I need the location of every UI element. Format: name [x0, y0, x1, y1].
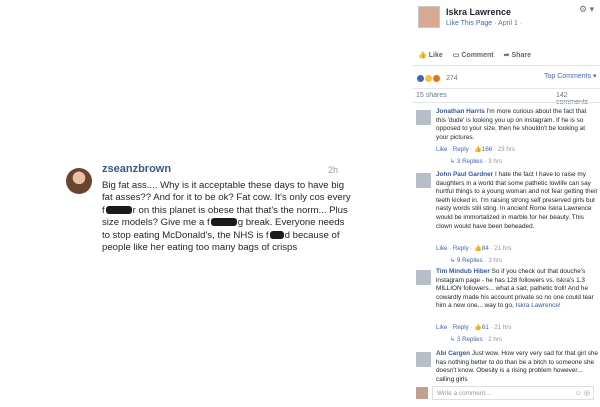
comment-text: Big fat ass.... Why is it acceptable the… — [102, 180, 352, 254]
comment-like-link[interactable]: Like — [436, 245, 447, 252]
post-subtitle: Like This Page · April 1 · — [446, 20, 522, 27]
top-comments-dropdown[interactable]: Top Comments ▾ — [544, 72, 597, 80]
view-replies-link[interactable]: ↳ 3 Replies · 3 hrs — [450, 158, 502, 165]
comment-time[interactable]: 21 hrs — [494, 245, 511, 252]
comment-meta: Like · Reply · 👍61 · 21 hrs — [436, 324, 512, 331]
instagram-username[interactable]: zseanzbrown — [102, 163, 171, 175]
like-icon: 👍 — [418, 52, 427, 59]
write-comment-input[interactable]: Write a comment... ☺ ◎ — [432, 386, 594, 400]
comment-meta: Like · Reply · 👍84 · 21 hrs — [436, 245, 512, 252]
comment-label: Comment — [461, 51, 494, 59]
comment-like-link[interactable]: Like — [436, 146, 447, 153]
comment-item: Abi Cargen Just wow. How very very sad f… — [416, 350, 598, 384]
view-replies-link[interactable]: ↳ 3 Replies · 2 hrs — [450, 336, 502, 343]
shares-count[interactable]: 15 shares — [416, 92, 447, 99]
comment-button[interactable]: ▭ Comment — [452, 51, 494, 60]
comment-time[interactable]: 21 hrs — [494, 324, 511, 331]
redaction-mark — [269, 230, 284, 239]
comment-like-count[interactable]: 61 — [482, 324, 489, 331]
reactions-count: 274 — [446, 74, 458, 82]
like-icon: 👍 — [474, 245, 482, 252]
view-replies-link[interactable]: ↳ 9 Replies · 3 hrs — [450, 257, 502, 264]
replies-count: 3 Replies — [456, 336, 483, 343]
like-label: Like — [428, 51, 443, 59]
comment-reply-link[interactable]: Reply — [453, 245, 469, 252]
reactions-summary[interactable]: 274 — [416, 71, 458, 85]
emoji-camera-icons[interactable]: ☺ ◎ — [575, 389, 590, 397]
like-this-page-link[interactable]: Like This Page — [446, 20, 492, 27]
comment-like-count[interactable]: 166 — [482, 146, 492, 153]
write-comment-placeholder: Write a comment... — [437, 390, 491, 397]
post-actions: 👍 Like ▭ Comment ➦ Share — [418, 51, 531, 60]
comment-reply-link[interactable]: Reply — [453, 146, 469, 153]
replies-time: 2 hrs — [488, 336, 503, 343]
avatar[interactable] — [416, 270, 431, 285]
share-label: Share — [511, 51, 531, 59]
replies-time: 3 hrs — [488, 158, 503, 165]
replies-count: 3 Replies — [456, 158, 483, 165]
facebook-post-panel: Iskra Lawrence Like This Page · April 1 … — [412, 0, 600, 407]
comment-body: Abi Cargen Just wow. How very very sad f… — [436, 350, 598, 384]
share-button[interactable]: ➦ Share — [503, 51, 531, 60]
reply-arrow-icon: ↳ — [450, 158, 456, 165]
page-name[interactable]: Iskra Lawrence — [446, 7, 511, 17]
post-header: Iskra Lawrence Like This Page · April 1 … — [412, 0, 600, 66]
comment-like-count[interactable]: 84 — [482, 245, 489, 252]
like-button[interactable]: 👍 Like — [418, 51, 443, 60]
avatar[interactable] — [416, 352, 431, 367]
redaction-mark — [105, 205, 132, 214]
current-user-avatar — [416, 387, 428, 399]
comment-text: I hate the fact I have to raise my daugh… — [436, 171, 598, 230]
comment-time[interactable]: 23 hrs — [498, 146, 515, 153]
like-icon: 👍 — [474, 146, 482, 153]
replies-count: 9 Replies — [456, 257, 483, 264]
avatar[interactable] — [416, 173, 431, 188]
avatar[interactable] — [66, 168, 92, 194]
gear-icon[interactable]: ⚙ ▾ — [579, 4, 594, 15]
comment-like-link[interactable]: Like — [436, 324, 447, 331]
redaction-mark — [210, 218, 237, 227]
comment-body: John Paul Gardner I hate the fact I have… — [436, 171, 598, 231]
replies-time: 3 hrs — [488, 257, 503, 264]
share-icon: ➦ — [503, 52, 510, 59]
divider — [412, 88, 600, 89]
comments-count[interactable]: 142 comments — [556, 92, 600, 106]
comment-body: Jonathan Harris I'm more curious about t… — [436, 108, 598, 142]
mention-link[interactable]: Iskra Lawrence! — [516, 302, 561, 309]
commenter-name[interactable]: Jonathan Harris — [436, 108, 485, 115]
divider — [412, 65, 600, 66]
reply-arrow-icon: ↳ — [450, 257, 456, 264]
post-date: · April 1 · — [494, 20, 523, 27]
comment-meta: Like · Reply · 👍166 · 23 hrs — [436, 146, 515, 153]
reply-arrow-icon: ↳ — [450, 336, 456, 343]
comment-time: 2h — [328, 165, 339, 175]
comment-reply-link[interactable]: Reply — [453, 324, 469, 331]
comment-icon: ▭ — [452, 52, 460, 59]
avatar[interactable] — [416, 110, 431, 125]
like-icon: 👍 — [474, 324, 482, 331]
commenter-name[interactable]: John Paul Gardner — [436, 171, 493, 178]
divider — [412, 102, 600, 103]
commenter-name[interactable]: Tim Mindub Hiber — [436, 268, 490, 275]
comment-body: Tim Mindub Hiber So if you check out tha… — [436, 268, 598, 311]
commenter-name[interactable]: Abi Cargen — [436, 350, 470, 357]
angry-reaction-icon — [432, 73, 441, 83]
page-avatar[interactable] — [418, 6, 440, 28]
